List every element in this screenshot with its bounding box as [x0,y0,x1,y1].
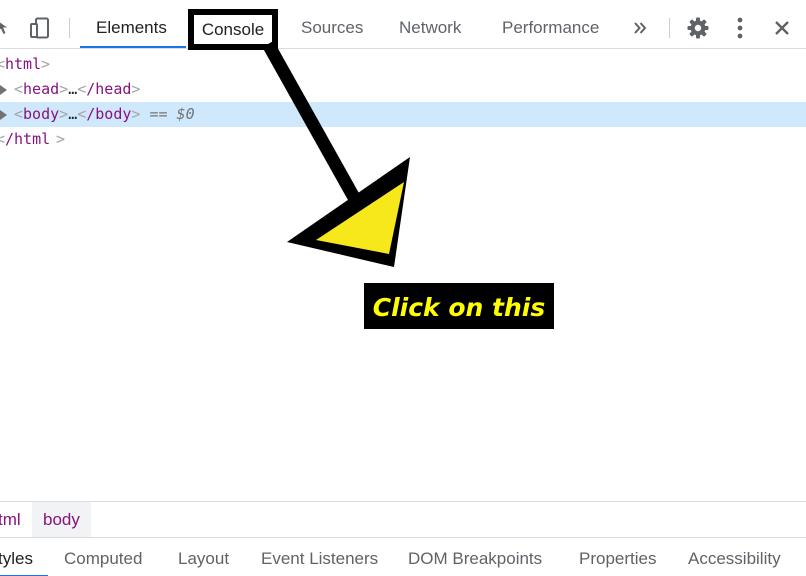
tab-properties[interactable]: Properties [579,538,656,576]
tab-styles[interactable]: tyles [0,538,33,576]
tab-computed[interactable]: Computed [64,538,142,576]
tab-dom-breakpoints[interactable]: DOM Breakpoints [408,538,542,576]
tab-accessibility[interactable]: Accessibility [688,538,781,576]
sidebar-pane-tabs: tyles Computed Layout Event Listeners DO… [0,537,806,576]
breadcrumb-body[interactable]: body [32,502,91,537]
breadcrumb-html[interactable]: tml [0,502,21,537]
breadcrumb: tml body [0,501,806,537]
devtools-window: Elements Sources Network Performance Con… [0,0,806,576]
tab-event-listeners[interactable]: Event Listeners [261,538,378,576]
annotation-callout: Click on this [364,283,554,329]
tab-layout[interactable]: Layout [178,538,229,576]
